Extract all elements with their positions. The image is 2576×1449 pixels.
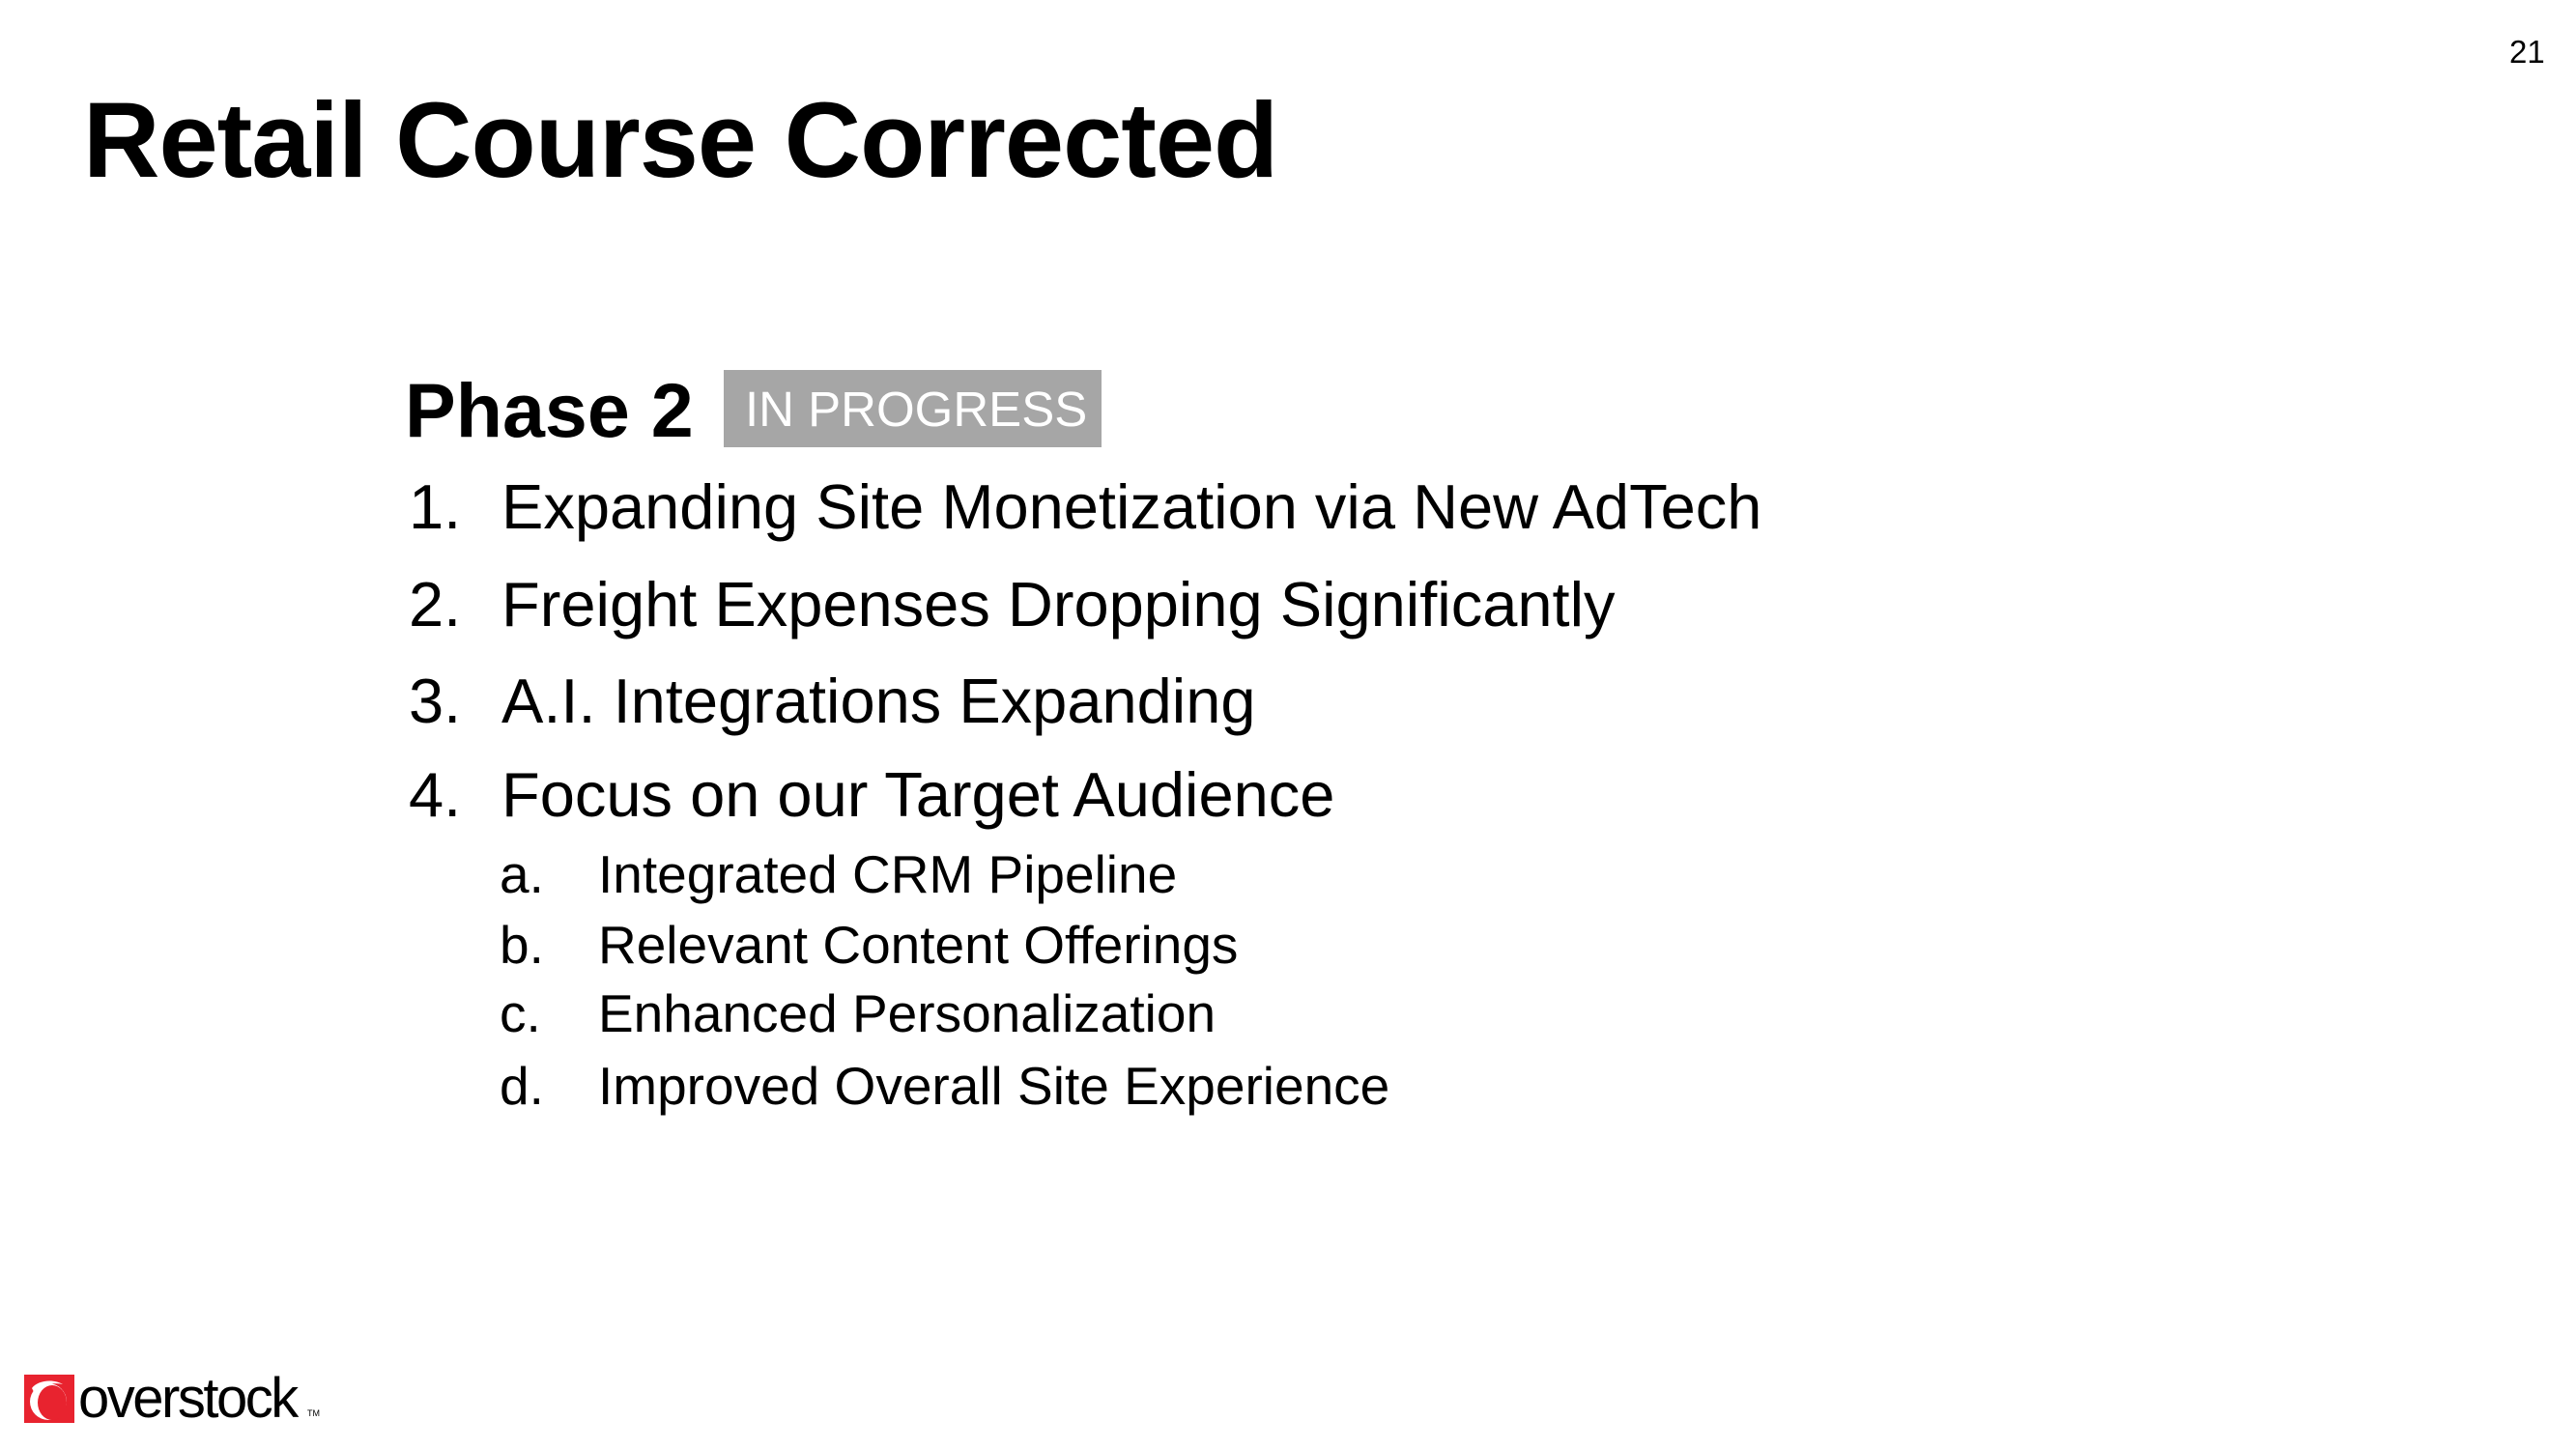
page-number: 21 xyxy=(2509,34,2545,70)
trademark-symbol: TM xyxy=(307,1408,320,1418)
sub-list-item-text: Enhanced Personalization xyxy=(598,983,1216,1043)
status-badge-label: IN PROGRESS xyxy=(745,382,1088,437)
overstock-o-mark-icon xyxy=(24,1375,74,1423)
status-badge: IN PROGRESS xyxy=(724,370,1102,447)
sub-list-item-letter: a. xyxy=(500,844,544,904)
list-item-number: 1. xyxy=(409,471,462,542)
sub-list-item-text: Improved Overall Site Experience xyxy=(598,1056,1390,1116)
sub-list-item-letter: d. xyxy=(500,1056,544,1116)
sub-list-item-text: Relevant Content Offerings xyxy=(598,915,1239,975)
list-item-text: A.I. Integrations Expanding xyxy=(501,666,1256,736)
sub-list-item-text: Integrated CRM Pipeline xyxy=(598,844,1178,904)
list-item-number: 3. xyxy=(409,666,462,736)
list-item-number: 2. xyxy=(409,569,462,639)
list-item-text: Expanding Site Monetization via New AdTe… xyxy=(501,471,1762,542)
list-item-number: 4. xyxy=(409,759,462,830)
list-item-text: Focus on our Target Audience xyxy=(501,759,1335,830)
sub-list-item-letter: b. xyxy=(500,915,544,975)
list-item-text: Freight Expenses Dropping Significantly xyxy=(501,569,1616,639)
slide-title: Retail Course Corrected xyxy=(83,81,1278,200)
logo-wordmark: overstock xyxy=(78,1367,299,1430)
sub-list-item-letter: c. xyxy=(500,983,541,1043)
overstock-logo: overstock TM xyxy=(24,1370,333,1428)
phase-heading: Phase 2 xyxy=(405,367,694,453)
